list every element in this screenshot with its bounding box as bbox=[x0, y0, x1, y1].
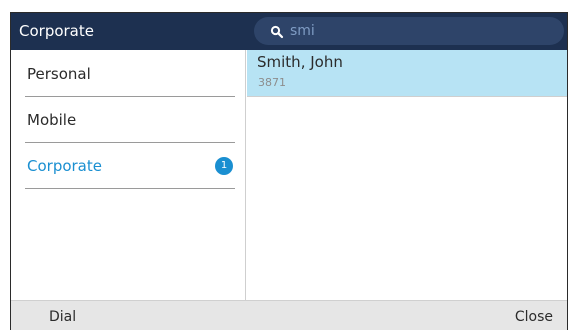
dial-button[interactable]: Dial bbox=[49, 301, 76, 330]
directory-item-label: Corporate bbox=[27, 157, 102, 175]
count-badge: 1 bbox=[215, 157, 233, 175]
directory-item-corporate[interactable]: Corporate 1 bbox=[25, 143, 235, 189]
contact-row[interactable]: Smith, John 3871 bbox=[247, 50, 567, 97]
contact-number: 3871 bbox=[258, 76, 286, 89]
softkey-bar: Dial Close bbox=[11, 300, 567, 330]
phone-screen: Corporate smi Personal Mobile Corporate … bbox=[10, 12, 568, 330]
directory-item-label: Mobile bbox=[27, 111, 77, 129]
search-input-value[interactable]: smi bbox=[290, 17, 315, 45]
search-icon bbox=[270, 25, 284, 39]
header-bar: Corporate smi bbox=[11, 13, 567, 50]
directory-list: Personal Mobile Corporate 1 bbox=[11, 50, 246, 300]
directory-item-label: Personal bbox=[27, 65, 91, 83]
search-field[interactable]: smi bbox=[254, 17, 564, 45]
close-button[interactable]: Close bbox=[515, 301, 553, 330]
contact-name: Smith, John bbox=[257, 53, 343, 71]
directory-item-personal[interactable]: Personal bbox=[25, 51, 235, 97]
directory-item-mobile[interactable]: Mobile bbox=[25, 97, 235, 143]
results-list: Smith, John 3871 bbox=[247, 50, 567, 300]
page-title: Corporate bbox=[19, 22, 94, 40]
